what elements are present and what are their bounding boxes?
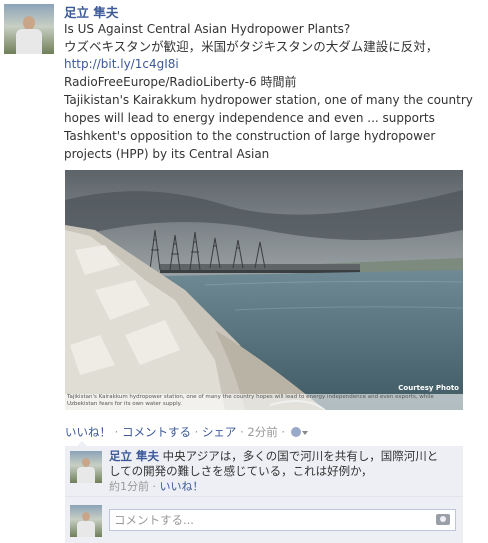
comment-meta: 約1分前 · いいね！ <box>109 479 449 494</box>
photo-caption: Tajikistan's Kairakkum hydropower statio… <box>65 394 463 410</box>
comment-meta-separator: · <box>149 480 160 493</box>
composer-avatar <box>70 505 102 537</box>
comment-text: 中央アジアは，多くの国で河川を共有し，国際河川としての開発の難しさを感じている，… <box>109 449 439 478</box>
globe-icon[interactable] <box>290 427 301 437</box>
post-message-line1: Is US Against Central Asian Hydropower P… <box>64 22 351 36</box>
comment-input-placeholder: コメントする... <box>114 513 194 527</box>
post-content: 足立 隼夫 Is US Against Central Asian Hydrop… <box>64 4 474 163</box>
post-actions: いいね！ · コメントする · シェア · 2分前 · <box>65 424 308 440</box>
like-link[interactable]: いいね！ <box>65 425 111 439</box>
comment-time[interactable]: 約1分前 <box>109 480 149 493</box>
post-photo[interactable]: Courtesy Photo Tajikistan's Kairakkum hy… <box>65 170 463 410</box>
post-author-link[interactable]: 足立 隼夫 <box>64 5 118 20</box>
post-author[interactable]: 足立 隼夫 <box>64 4 474 21</box>
avatar-body <box>16 29 42 54</box>
post-timestamp[interactable]: 2分前 <box>247 425 277 439</box>
comments-box: 足立 隼夫 中央アジアは，多くの国で河川を共有し，国際河川としての開発の難しさを… <box>65 446 463 543</box>
photo-scene <box>65 170 463 410</box>
commenter-avatar[interactable] <box>70 451 102 483</box>
action-separator: · <box>111 425 122 439</box>
link-description: Tajikistan's Kairakkum hydropower statio… <box>64 93 473 161</box>
camera-icon[interactable] <box>436 514 450 525</box>
avatar-head <box>82 458 90 467</box>
avatar-head <box>23 16 35 30</box>
link-source: RadioFreeEurope/RadioLiberty-6 時間前 <box>64 75 297 89</box>
comment-composer: コメントする... <box>65 497 463 543</box>
post-link[interactable]: http://bit.ly/1c4gI8i <box>64 55 474 73</box>
post-message-line2: ウズベキスタンが歓迎，米国がタジキスタンの大ダム建設に反対， <box>64 39 439 54</box>
avatar-body <box>77 521 95 537</box>
chevron-down-icon[interactable] <box>301 431 308 435</box>
action-separator: · <box>277 425 289 439</box>
avatar-head <box>82 512 90 521</box>
action-separator: · <box>190 425 202 439</box>
post-message: Is US Against Central Asian Hydropower P… <box>64 21 474 55</box>
comment-item: 足立 隼夫 中央アジアは，多くの国で河川を共有し，国際河川としての開発の難しさを… <box>65 446 463 497</box>
comment-link[interactable]: コメントする <box>122 425 191 439</box>
author-avatar[interactable] <box>4 4 54 54</box>
comment-like-link[interactable]: いいね！ <box>160 480 204 493</box>
action-separator: · <box>236 425 248 439</box>
share-link[interactable]: シェア <box>202 425 237 439</box>
avatar-body <box>77 467 95 483</box>
comment-author[interactable]: 足立 隼夫 <box>109 449 159 463</box>
photo-credit: Courtesy Photo <box>398 384 459 392</box>
comment-input[interactable]: コメントする... <box>109 509 456 531</box>
comment-body: 足立 隼夫 中央アジアは，多くの国で河川を共有し，国際河川としての開発の難しさを… <box>109 449 449 494</box>
